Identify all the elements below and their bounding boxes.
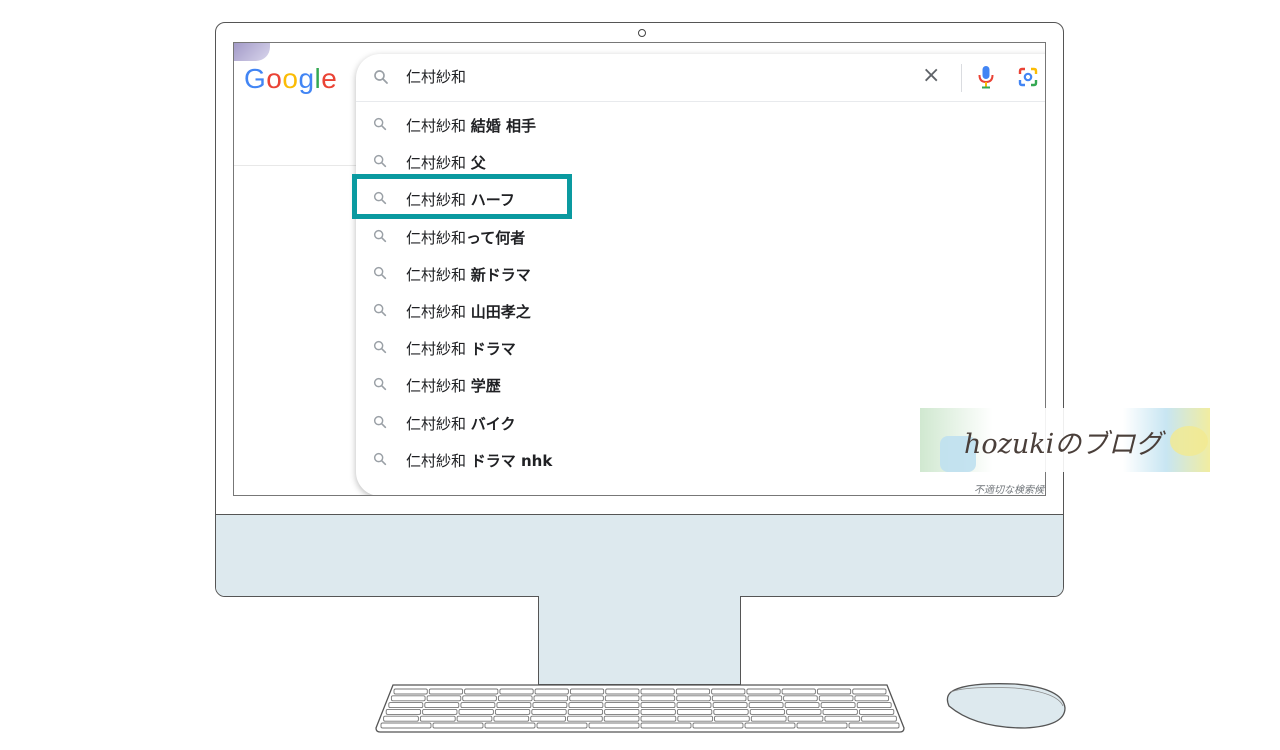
watermark: hozukiのブログ bbox=[920, 408, 1210, 472]
search-bar: 仁村紗和 × bbox=[356, 54, 1045, 102]
search-input[interactable]: 仁村紗和 bbox=[406, 66, 466, 87]
monitor: Google 仁村紗和 × 仁村紗和 結婚 相手 仁村紗和 父 仁村紗和 ハーフ… bbox=[215, 22, 1064, 597]
camera-dot-icon bbox=[638, 29, 646, 37]
suggestion-text: 仁村紗和 新ドラマ bbox=[406, 265, 531, 284]
mouse-illustration bbox=[946, 683, 1066, 729]
monitor-stand bbox=[538, 596, 741, 685]
suggestion-item[interactable]: 仁村紗和 新ドラマ bbox=[356, 255, 1045, 292]
watermark-decoration bbox=[1170, 426, 1208, 456]
header-divider bbox=[234, 165, 358, 166]
search-icon bbox=[373, 378, 387, 391]
suggestion-text: 仁村紗和 父 bbox=[406, 154, 486, 173]
highlight-box bbox=[352, 174, 572, 219]
search-icon bbox=[373, 266, 387, 279]
suggestion-item[interactable]: 仁村紗和 結婚 相手 bbox=[356, 106, 1045, 143]
suggestion-text: 仁村紗和 ドラマ bbox=[406, 340, 516, 359]
suggestion-text: 仁村紗和って何者 bbox=[406, 228, 526, 247]
search-icon bbox=[373, 452, 387, 465]
google-lens-icon[interactable] bbox=[1016, 65, 1040, 89]
google-logo[interactable]: Google bbox=[244, 63, 337, 95]
microphone-icon[interactable] bbox=[976, 64, 996, 90]
search-icon bbox=[373, 117, 387, 131]
search-icon bbox=[374, 70, 388, 84]
suggestion-item[interactable]: 仁村紗和 学歴 bbox=[356, 366, 1045, 403]
suggestion-item[interactable]: 仁村紗和 山田孝之 bbox=[356, 292, 1045, 329]
close-icon[interactable]: × bbox=[922, 65, 940, 87]
search-icon bbox=[373, 415, 387, 428]
suggestion-text: 仁村紗和 山田孝之 bbox=[406, 302, 531, 321]
suggestion-item[interactable]: 仁村紗和って何者 bbox=[356, 218, 1045, 255]
monitor-chin bbox=[216, 514, 1063, 596]
search-icon bbox=[373, 155, 387, 168]
suggestion-text: 仁村紗和 学歴 bbox=[406, 377, 501, 396]
suggestion-text: 仁村紗和 ドラマ nhk bbox=[406, 451, 553, 470]
search-icon bbox=[373, 341, 387, 354]
suggestion-text: 仁村紗和 結婚 相手 bbox=[406, 117, 537, 135]
watermark-text: hozukiのブログ bbox=[964, 429, 1163, 460]
doodle-decoration bbox=[234, 43, 270, 61]
search-icon bbox=[373, 229, 387, 242]
search-icon bbox=[373, 303, 387, 317]
suggestion-text: 仁村紗和 バイク bbox=[406, 414, 516, 433]
keyboard-illustration bbox=[375, 684, 905, 733]
report-inappropriate-link[interactable]: 不適切な検索候補 bbox=[974, 481, 1045, 495]
search-bar-divider bbox=[961, 64, 962, 92]
suggestion-item[interactable]: 仁村紗和 ドラマ bbox=[356, 329, 1045, 366]
